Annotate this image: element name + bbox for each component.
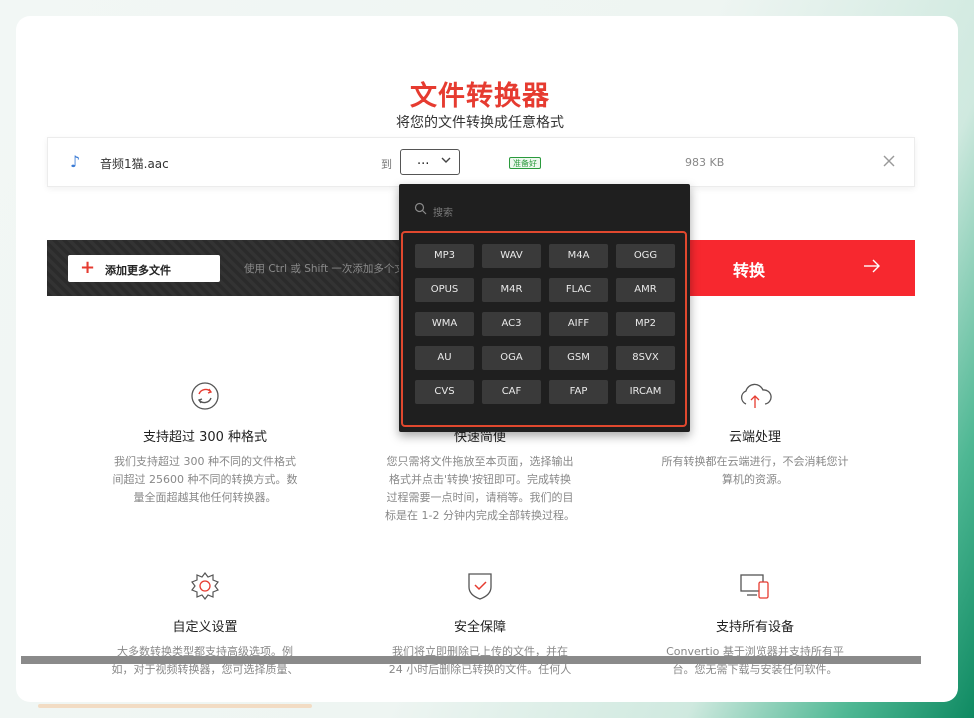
shield-check-icon [468, 573, 492, 600]
format-option[interactable]: WMA [415, 312, 474, 336]
format-option[interactable]: CAF [482, 380, 541, 404]
feature-desc: 我们支持超过 300 种不同的文件格式 间超过 25600 种不同的转换方式。数… [112, 455, 298, 504]
feature-title: 支持超过 300 种格式 [142, 430, 268, 445]
format-option[interactable]: AC3 [482, 312, 541, 336]
cloud-upload-icon [740, 383, 772, 408]
format-option[interactable]: AMR [616, 278, 675, 302]
format-option[interactable]: FLAC [549, 278, 608, 302]
format-option[interactable]: OGA [482, 346, 541, 370]
format-option[interactable]: AIFF [549, 312, 608, 336]
format-grid: MP3 WAV M4A OGG OPUS M4R FLAC AMR WMA AC… [415, 244, 675, 404]
feature-title: 支持所有设备 [715, 620, 794, 635]
gear-icon [191, 572, 219, 600]
format-option[interactable]: GSM [549, 346, 608, 370]
feature-desc: 您只需将文件拖放至本页面，选择输出 格式并点击'转换'按钮即可。完成转换 过程需… [385, 455, 575, 522]
converter-page: 文件转换器 将您的文件转换成任意格式 ♪ 音频1猫.aac 到 ... 准备好 … [30, 30, 930, 702]
app-card: 文件转换器 将您的文件转换成任意格式 ♪ 音频1猫.aac 到 ... 准备好 … [16, 16, 958, 702]
search-icon [414, 202, 427, 215]
format-option[interactable]: AU [415, 346, 474, 370]
feature-title: 安全保障 [453, 620, 506, 635]
feature-desc: 所有转换都在云端进行，不会消耗您计 算机的资源。 [661, 455, 849, 486]
decorative-line [38, 704, 312, 708]
refresh-icon [191, 382, 219, 410]
feature-title: 自定义设置 [172, 620, 238, 635]
devices-icon [740, 574, 769, 599]
feature-formats: 支持超过 300 种格式 我们支持超过 300 种不同的文件格式 间超过 256… [100, 380, 310, 507]
format-option[interactable]: MP2 [616, 312, 675, 336]
format-option[interactable]: 8SVX [616, 346, 675, 370]
horizontal-scrollbar[interactable] [21, 656, 921, 664]
format-option[interactable]: OGG [616, 244, 675, 268]
format-option[interactable]: FAP [549, 380, 608, 404]
format-option[interactable]: CVS [415, 380, 474, 404]
format-option[interactable]: WAV [482, 244, 541, 268]
format-option[interactable]: M4R [482, 278, 541, 302]
format-option[interactable]: IRCAM [616, 380, 675, 404]
format-option[interactable]: M4A [549, 244, 608, 268]
format-grid-highlight: MP3 WAV M4A OGG OPUS M4R FLAC AMR WMA AC… [401, 231, 687, 427]
format-option[interactable]: MP3 [415, 244, 474, 268]
format-option[interactable]: OPUS [415, 278, 474, 302]
format-search-input[interactable]: 搜索 [433, 204, 453, 219]
format-dropdown: 搜索 MP3 WAV M4A OGG OPUS M4R FLAC AMR WMA… [399, 184, 690, 432]
